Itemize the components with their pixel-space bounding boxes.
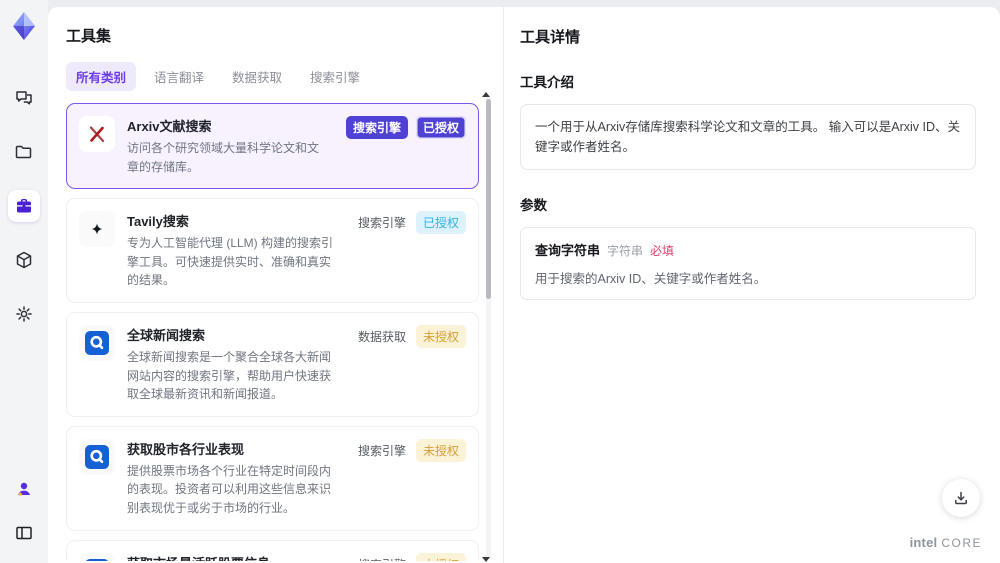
left-rail bbox=[0, 0, 48, 563]
auth-badge: 未授权 bbox=[415, 552, 466, 561]
sparkle-icon bbox=[79, 211, 115, 248]
intro-box: 一个用于从Arxiv存储库搜索科学论文和文章的工具。 输入可以是Arxiv ID… bbox=[520, 104, 976, 170]
auth-badge: 未授权 bbox=[415, 438, 466, 462]
main-panel: 工具集 所有类别 语言翻译 数据获取 搜索引擎 Arxiv文献搜索 访问各个研究… bbox=[48, 7, 1000, 563]
tool-card-sector-performance[interactable]: 获取股市各行业表现 提供股票市场各个行业在特定时间段内的表现。投资者可以利用这些… bbox=[66, 425, 479, 531]
tab-language-translation[interactable]: 语言翻译 bbox=[144, 62, 214, 91]
tool-desc: 全球新闻搜索是一个聚合全球各大新闻网站内容的搜索引擎，帮助用户快速获取全球最新资… bbox=[127, 349, 332, 402]
tool-list: Arxiv文献搜索 访问各个研究领域大量科学论文和文章的存储库。 搜索引擎 已授… bbox=[66, 103, 503, 561]
category-badge: 数据获取 bbox=[357, 329, 406, 344]
param-name: 查询字符串 bbox=[535, 243, 601, 258]
app-logo[interactable] bbox=[8, 10, 40, 42]
param-box: 查询字符串 字符串 必填 用于搜索的Arxiv ID、关键字或作者姓名。 bbox=[520, 227, 976, 300]
scroll-up-arrow[interactable] bbox=[482, 92, 490, 97]
download-icon bbox=[955, 491, 967, 505]
tool-card-tavily[interactable]: Tavily搜索 专为人工智能代理 (LLM) 构建的搜索引擎工具。可快速提供实… bbox=[66, 198, 479, 303]
tool-name: 全球新闻搜索 bbox=[127, 327, 206, 343]
tool-desc: 提供股票市场各个行业在特定时间段内的表现。投资者可以利用这些信息来识别表现优于或… bbox=[127, 463, 332, 515]
category-badge: 搜索引擎 bbox=[345, 116, 408, 139]
auth-badge: 已授权 bbox=[415, 116, 466, 139]
tab-all-categories[interactable]: 所有类别 bbox=[66, 62, 137, 91]
param-required-badge: 必填 bbox=[650, 244, 675, 258]
details-panel: 工具详情 工具介绍 一个用于从Arxiv存储库搜索科学论文和文章的工具。 输入可… bbox=[504, 7, 1000, 563]
category-badge: 搜索引擎 bbox=[356, 553, 408, 561]
category-badge: 搜索引擎 bbox=[357, 216, 406, 231]
tab-search-engine[interactable]: 搜索引擎 bbox=[300, 62, 370, 91]
tool-card-global-news[interactable]: 全球新闻搜索 全球新闻搜索是一个聚合全球各大新闻网站内容的搜索引擎，帮助用户快速… bbox=[66, 311, 479, 417]
tool-name: 获取股市各行业表现 bbox=[127, 441, 245, 457]
params-section-title: 参数 bbox=[520, 198, 547, 213]
user-icon[interactable] bbox=[8, 473, 40, 505]
search-blue-icon bbox=[79, 552, 115, 561]
auth-badge: 未授权 bbox=[415, 324, 466, 348]
tool-name: Arxiv文献搜索 bbox=[127, 119, 212, 134]
intro-text: 一个用于从Arxiv存储库搜索科学论文和文章的工具。 输入可以是Arxiv ID… bbox=[535, 120, 961, 154]
intel-core-logo: intel CORE bbox=[910, 535, 982, 550]
toolbox-icon[interactable] bbox=[8, 190, 40, 222]
param-desc: 用于搜索的Arxiv ID、关键字或作者姓名。 bbox=[535, 272, 767, 286]
category-badge: 搜索引擎 bbox=[357, 443, 406, 458]
arxiv-icon bbox=[79, 116, 115, 152]
intro-section-title: 工具介绍 bbox=[520, 75, 574, 90]
tool-desc: 访问各个研究领域大量科学论文和文章的存储库。 bbox=[127, 141, 320, 174]
rail-bottom bbox=[8, 473, 40, 563]
search-blue-icon bbox=[79, 438, 115, 475]
scroll-down-arrow[interactable] bbox=[482, 557, 490, 562]
brand-core: CORE bbox=[941, 536, 982, 550]
tool-name: 获取市场最活跃股票信息 bbox=[127, 553, 340, 561]
tab-data-fetching[interactable]: 数据获取 bbox=[222, 62, 292, 91]
tool-name: Tavily搜索 bbox=[127, 214, 189, 230]
gear-icon[interactable] bbox=[8, 298, 40, 330]
tool-card-active-stocks[interactable]: 获取市场最活跃股票信息 提供当天交易量最高的股票列表。投资者可以利用这些信息来识… bbox=[66, 539, 479, 561]
panel-toggle-icon[interactable] bbox=[8, 517, 40, 549]
tool-desc: 专为人工智能代理 (LLM) 构建的搜索引擎工具。可快速提供实时、准确和真实的结… bbox=[127, 236, 334, 288]
cube-icon[interactable] bbox=[8, 244, 40, 276]
auth-badge: 已授权 bbox=[415, 211, 466, 235]
page-title: 工具集 bbox=[66, 28, 112, 45]
folder-icon[interactable] bbox=[8, 136, 40, 168]
category-tabs: 所有类别 语言翻译 数据获取 搜索引擎 bbox=[66, 62, 503, 91]
brand-intel: intel bbox=[909, 535, 938, 550]
details-title: 工具详情 bbox=[520, 29, 581, 46]
download-button[interactable] bbox=[942, 479, 980, 517]
tools-panel: 工具集 所有类别 语言翻译 数据获取 搜索引擎 Arxiv文献搜索 访问各个研究… bbox=[48, 7, 503, 563]
tool-card-arxiv[interactable]: Arxiv文献搜索 访问各个研究领域大量科学论文和文章的存储库。 搜索引擎 已授… bbox=[66, 103, 479, 190]
search-blue-icon bbox=[79, 324, 115, 361]
scrollbar-thumb[interactable] bbox=[486, 99, 491, 299]
chat-icon[interactable] bbox=[8, 82, 40, 114]
list-scrollbar[interactable] bbox=[482, 92, 491, 562]
rail-nav bbox=[8, 82, 40, 330]
param-type: 字符串 bbox=[607, 244, 644, 258]
